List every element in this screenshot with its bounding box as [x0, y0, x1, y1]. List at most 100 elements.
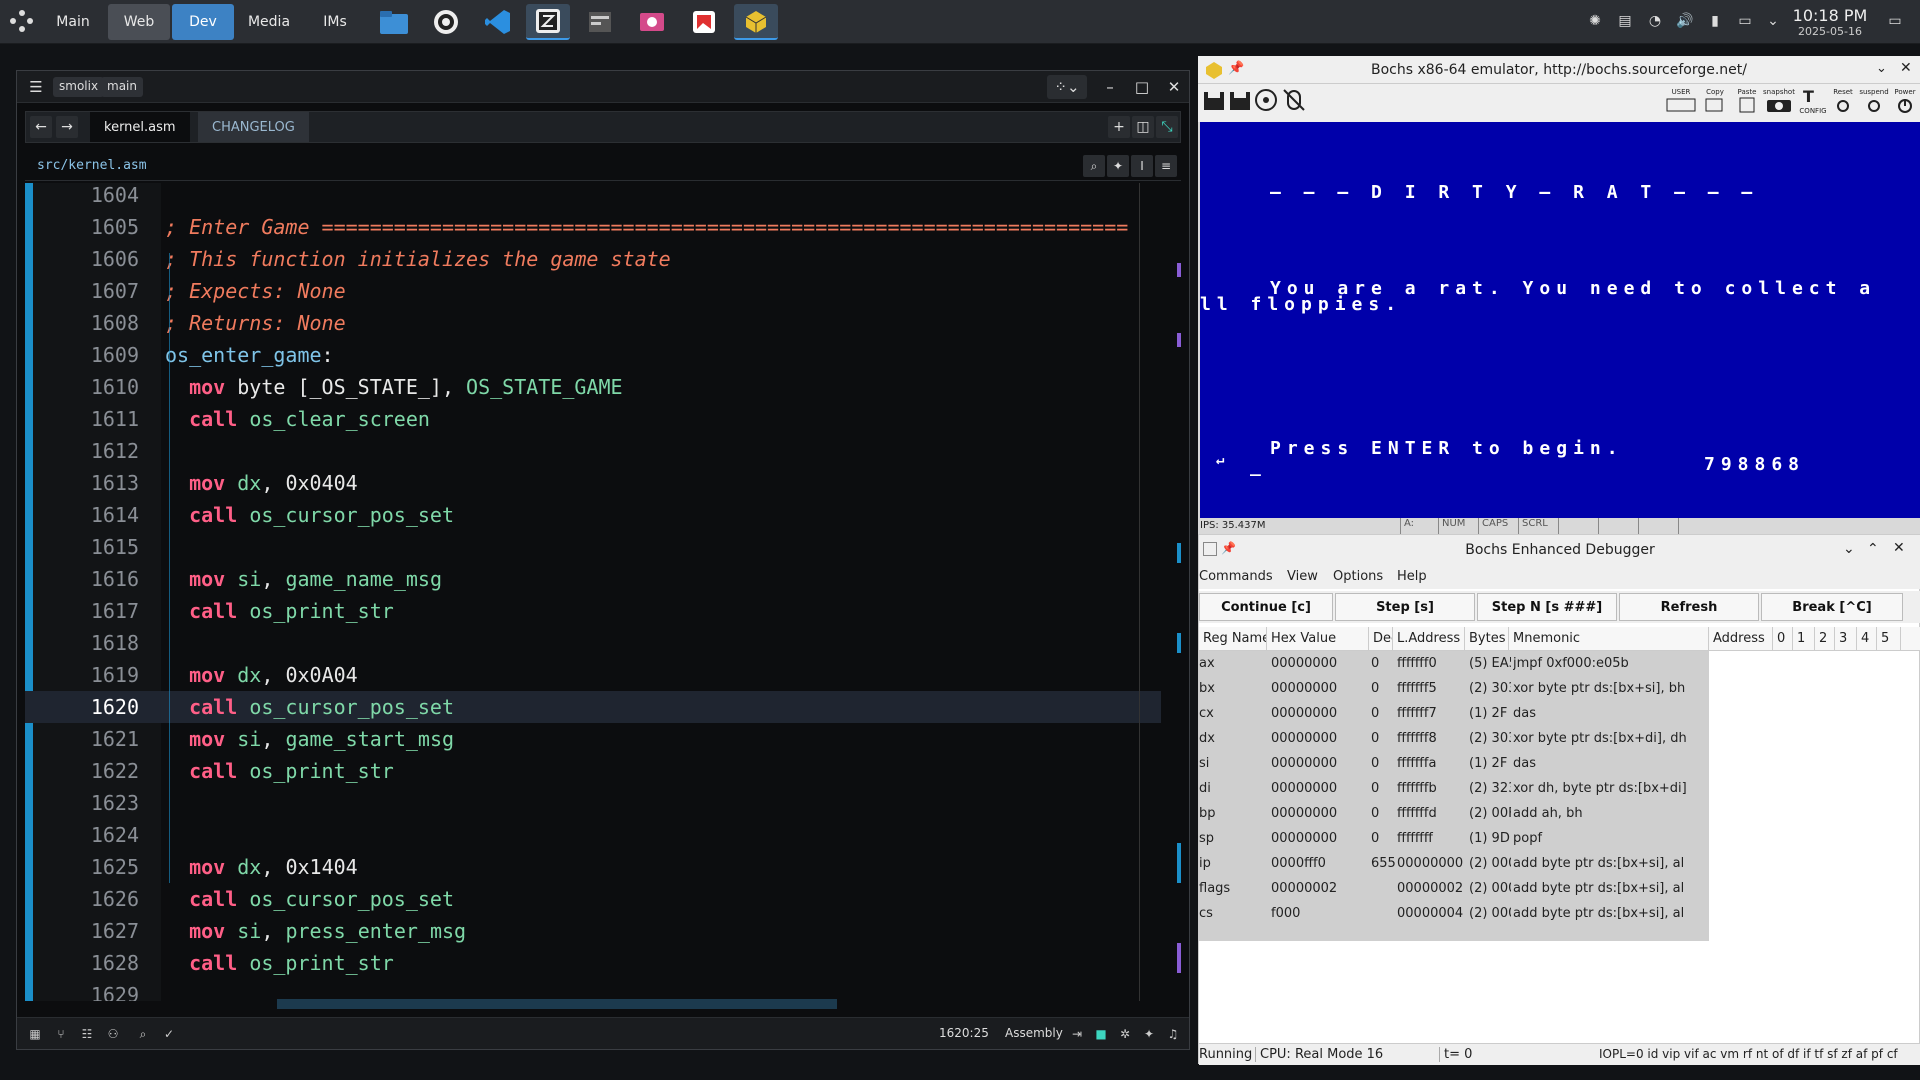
notifications-icon[interactable]: ♫: [1163, 1024, 1183, 1044]
line-number[interactable]: 1612: [33, 435, 139, 467]
workspace-media[interactable]: Media: [238, 4, 300, 40]
battery-icon[interactable]: ▮: [1704, 10, 1726, 32]
code-line[interactable]: 1610 mov byte [_OS_STATE_], OS_STATE_GAM…: [25, 371, 1161, 403]
reset-button[interactable]: Reset: [1828, 88, 1858, 116]
code-line[interactable]: 1621 mov si, game_start_msg: [25, 723, 1161, 755]
collaborators-icon[interactable]: ⚇: [103, 1024, 123, 1044]
code-line[interactable]: 1613 mov dx, 0x0404: [25, 467, 1161, 499]
emulator-screen[interactable]: — — — D I R T Y — R A T — — — You are a …: [1200, 122, 1920, 576]
settings-sliders-icon[interactable]: ≡: [1155, 155, 1177, 177]
collapse-icon[interactable]: ⤡: [1156, 116, 1178, 138]
table-row[interactable]: dx000000000fffffff8(2) 303xor byte ptr d…: [1199, 727, 1709, 752]
file-path[interactable]: src/kernel.asm: [37, 158, 147, 173]
line-number[interactable]: 1618: [33, 627, 139, 659]
display-icon[interactable]: ▭: [1734, 10, 1756, 32]
show-desktop-icon[interactable]: ▭: [1884, 10, 1906, 32]
collab-icon[interactable]: ⁘⌄: [1047, 75, 1087, 99]
line-number[interactable]: 1609: [33, 339, 139, 371]
zed-editor-icon[interactable]: [526, 4, 570, 40]
table-row[interactable]: cx 00000000 0 fffffff7 (1) 2F das: [1199, 702, 1709, 727]
copy-button[interactable]: Copy: [1700, 88, 1730, 116]
vscode-icon[interactable]: [476, 4, 520, 40]
code-text[interactable]: call os_clear_screen: [165, 403, 430, 435]
code-line[interactable]: 1607 ; Expects: None: [25, 275, 1161, 307]
workspace-main[interactable]: Main: [42, 4, 104, 40]
code-line[interactable]: 1617 call os_print_str: [25, 595, 1161, 627]
pin-icon[interactable]: 📌: [1221, 541, 1236, 555]
power-button[interactable]: Power: [1890, 88, 1920, 116]
language-mode[interactable]: Assembly: [1005, 1026, 1063, 1040]
paste-button[interactable]: Paste: [1732, 88, 1762, 116]
code-line[interactable]: 1604: [25, 183, 1161, 211]
minimize-icon[interactable]: –: [1097, 75, 1123, 99]
terminal-icon[interactable]: [578, 4, 622, 40]
code-line[interactable]: 1625 mov dx, 0x1404: [25, 851, 1161, 883]
code-line[interactable]: 1608 ; Returns: None: [25, 307, 1161, 339]
col-reg-name[interactable]: Reg Name: [1199, 627, 1267, 651]
menu-view[interactable]: View: [1287, 569, 1318, 584]
mouse-icon[interactable]: [1282, 88, 1306, 116]
tab-changelog[interactable]: CHANGELOG: [198, 112, 309, 142]
assistant-icon[interactable]: ✦: [1107, 155, 1129, 177]
line-number[interactable]: 1621: [33, 723, 139, 755]
ai-icon[interactable]: ✦: [1139, 1024, 1159, 1044]
diagnostics-ok-icon[interactable]: ✓: [159, 1024, 179, 1044]
clipboard-icon[interactable]: ▤: [1614, 10, 1636, 32]
table-row[interactable]: si 00000000 0 fffffffa (1) 2F das: [1199, 752, 1709, 777]
cursor-icon[interactable]: I: [1131, 155, 1153, 177]
workspace-dev[interactable]: Dev: [172, 4, 234, 40]
line-number[interactable]: 1608: [33, 307, 139, 339]
step-n-button[interactable]: Step N [s ###]: [1477, 593, 1617, 621]
col-bytes[interactable]: Bytes: [1465, 627, 1509, 651]
git-branch-icon[interactable]: ⑂: [51, 1024, 71, 1044]
workspace-ims[interactable]: IMs: [304, 4, 366, 40]
table-row[interactable]: cs f000 00000004 (2) 000add byte ptr ds:[bx…: [1199, 902, 1709, 927]
code-text[interactable]: mov si, game_name_msg: [165, 563, 442, 595]
menu-options[interactable]: Options: [1333, 569, 1383, 584]
code-text[interactable]: mov si, game_start_msg: [165, 723, 454, 755]
close-icon[interactable]: ✕: [1161, 75, 1187, 99]
obs-icon[interactable]: [424, 4, 468, 40]
code-line[interactable]: 1615: [25, 531, 1161, 563]
user-button[interactable]: USER: [1664, 88, 1698, 116]
code-text[interactable]: mov dx, 0x1404: [165, 851, 358, 883]
code-text[interactable]: ; This function initializes the game sta…: [165, 243, 671, 275]
tray-expand-icon[interactable]: ⌄: [1762, 10, 1784, 32]
table-row[interactable]: bp000000000fffffffd(2) 00Fiadd ah, bh: [1199, 802, 1709, 827]
line-number[interactable]: 1628: [33, 947, 139, 979]
app-launcher-icon[interactable]: [8, 8, 34, 34]
tab-kernel-asm[interactable]: kernel.asm: [90, 112, 190, 142]
code-line[interactable]: 1609 os_enter_game:: [25, 339, 1161, 371]
line-number[interactable]: 1610: [33, 371, 139, 403]
code-text[interactable]: ; Expects: None: [165, 275, 346, 307]
code-text[interactable]: call os_print_str: [165, 755, 394, 787]
floppy-a-icon[interactable]: [1202, 88, 1226, 116]
updates-icon[interactable]: ◔: [1644, 10, 1666, 32]
pdf-reader-icon[interactable]: [682, 4, 726, 40]
pin-icon[interactable]: 📌: [1228, 61, 1244, 76]
code-text[interactable]: mov si, press_enter_msg: [165, 915, 466, 947]
floppy-b-icon[interactable]: [1228, 88, 1252, 116]
code-text[interactable]: mov dx, 0x0A04: [165, 659, 358, 691]
line-number[interactable]: 1615: [33, 531, 139, 563]
close-icon[interactable]: ✕: [1900, 60, 1912, 76]
forward-icon[interactable]: →: [56, 116, 78, 138]
line-number[interactable]: 1611: [33, 403, 139, 435]
code-text[interactable]: ; Returns: None: [165, 307, 346, 339]
line-number[interactable]: 1605: [33, 211, 139, 243]
code-line[interactable]: 1623: [25, 787, 1161, 819]
back-icon[interactable]: ←: [30, 116, 52, 138]
line-number[interactable]: 1606: [33, 243, 139, 275]
code-line[interactable]: 1606 ; This function initializes the game…: [25, 243, 1161, 275]
branch-name[interactable]: main: [101, 77, 143, 97]
code-text[interactable]: call os_cursor_pos_set: [165, 691, 454, 723]
bochs-icon[interactable]: [734, 4, 778, 40]
volume-icon[interactable]: 🔊: [1674, 10, 1696, 32]
code-line[interactable]: 1622 call os_print_str: [25, 755, 1161, 787]
col-1[interactable]: 1: [1793, 627, 1815, 651]
code-text[interactable]: call os_cursor_pos_set: [165, 883, 454, 915]
config-button[interactable]: T CONFIG: [1798, 87, 1828, 116]
search-panel-icon[interactable]: ⌕: [133, 1024, 153, 1044]
minimize-icon[interactable]: ⌄: [1843, 541, 1855, 557]
inline-completion-icon[interactable]: ⇥: [1067, 1024, 1087, 1044]
